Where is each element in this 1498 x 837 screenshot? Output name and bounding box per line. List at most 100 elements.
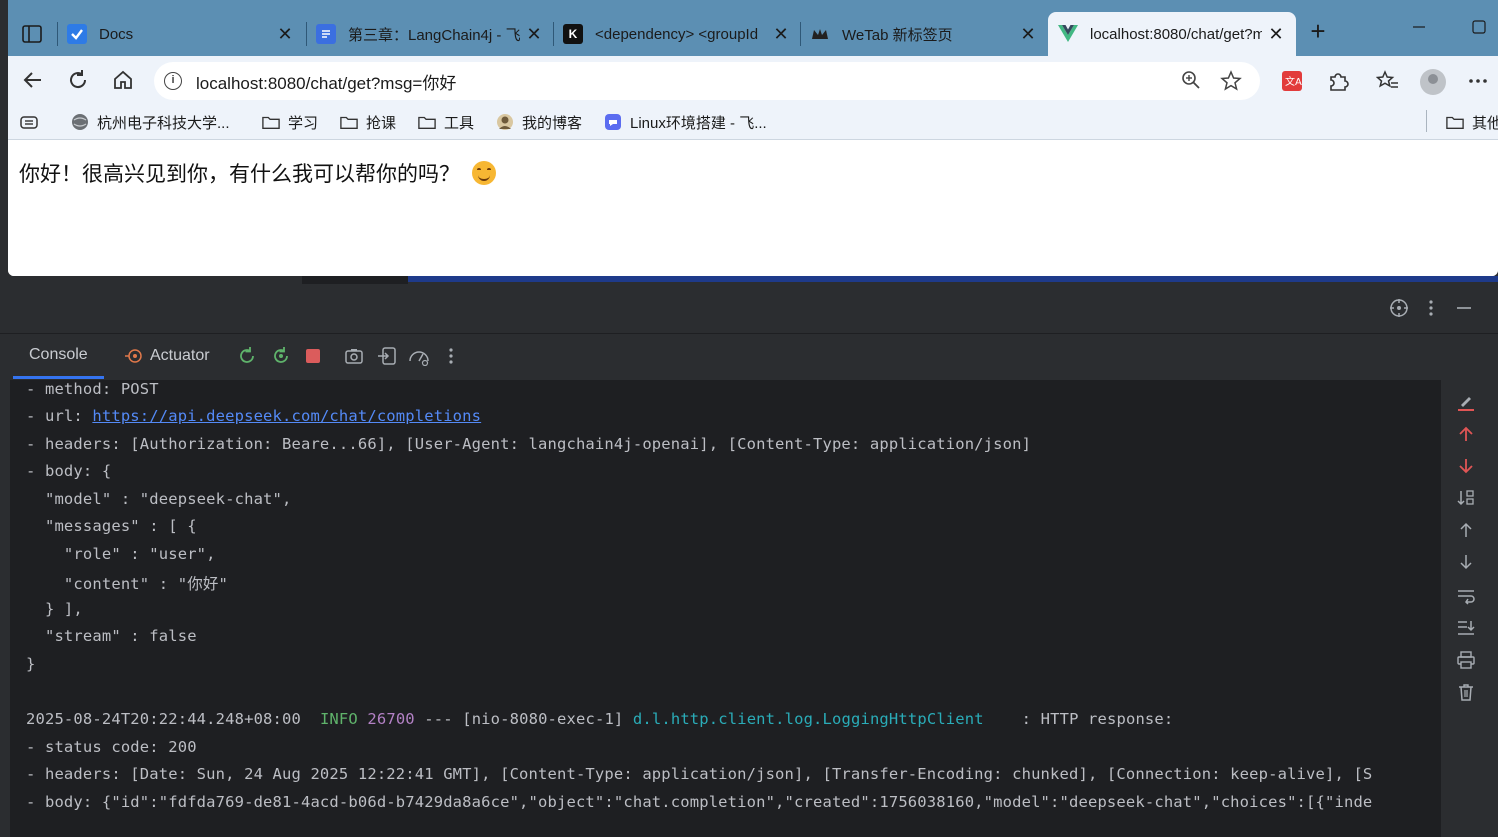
globe-icon [72,114,88,130]
tab-localhost[interactable]: localhost:8080/chat/get?m ✕ [1048,12,1296,56]
previous-occurrence-icon[interactable] [1455,424,1477,446]
soft-wrap-icon[interactable] [1455,586,1477,608]
page-content: 你好！很高兴见到你，有什么我可以帮你的吗？ [8,140,1498,276]
tab-close-icon[interactable]: ✕ [1268,24,1284,45]
api-url-link[interactable]: https://api.deepseek.com/chat/completion… [92,407,481,425]
console-line: - method: POST [26,380,159,398]
bookmark-blog[interactable]: 我的博客 [496,112,582,132]
next-occurrence-icon[interactable] [1455,456,1477,478]
folder-icon [418,116,436,129]
site-info-icon[interactable]: i [164,72,182,90]
print-icon[interactable] [1455,650,1477,672]
tab-title: localhost:8080/chat/get?m [1090,25,1262,43]
k-logo-icon: K [563,24,583,44]
vue-logo-icon [1058,24,1078,44]
trash-icon[interactable] [1455,682,1477,704]
tab-close-icon[interactable]: ✕ [526,24,542,45]
crown-icon [810,24,830,44]
profiler-icon[interactable] [408,346,430,368]
sort-icon[interactable] [1455,488,1477,510]
scroll-up-icon[interactable] [1455,520,1477,542]
zoom-icon[interactable] [1180,70,1202,92]
target-icon[interactable] [1388,298,1410,320]
tab-docs[interactable]: Docs ✕ [57,12,305,56]
refresh-button[interactable] [65,68,91,94]
bookmark-folder-other[interactable]: 其他 [1446,112,1498,132]
bookmark-label: 我的博客 [522,114,583,132]
tab-close-icon[interactable]: ✕ [277,24,293,45]
bookmark-label: 杭州电子科技大学... [97,114,230,132]
screenshot-icon[interactable] [343,346,365,368]
console-line: - status code: 200 [26,738,197,756]
home-button[interactable] [110,68,136,94]
scroll-down-icon[interactable] [1455,552,1477,574]
tab-close-icon[interactable]: ✕ [773,24,789,45]
reading-list-icon [20,116,38,129]
url-text[interactable]: localhost:8080/chat/get?msg=你好 [196,69,1180,94]
tab-title: 第三章：LangChain4j - 飞 [348,26,520,44]
folder-icon [262,116,280,129]
tab-actuator[interactable]: Actuator [124,346,210,366]
bookmark-folder-course[interactable]: 抢课 [340,112,396,132]
more-actions-icon[interactable] [440,346,462,368]
tab-title: <dependency> <groupId [595,25,759,43]
bookmark-folder-study[interactable]: 学习 [262,112,318,132]
maximize-icon[interactable] [1472,20,1486,39]
log-level: INFO [319,710,358,728]
stop-icon[interactable] [302,346,324,368]
new-tab-button[interactable]: + [1306,18,1330,44]
svg-text:文A: 文A [1285,75,1302,88]
scroll-to-end-icon[interactable] [1455,618,1477,640]
console-line: } ], [26,600,83,618]
tab-close-icon[interactable]: ✕ [1020,24,1036,45]
translate-icon[interactable]: 文A [1280,70,1304,94]
log-separator: --- [424,710,453,728]
bookmarks-bar: 杭州电子科技大学... 学习 抢课 工具 我的博客 Linux环境搭建 - 飞.… [8,104,1498,140]
tab-dependency[interactable]: K <dependency> <groupId ✕ [553,12,801,56]
console-line: - headers: [Date: Sun, 24 Aug 2025 12:22… [26,765,1373,783]
run-tabs: Console Actuator [0,334,1498,380]
back-button[interactable] [20,68,46,94]
console-gutter [0,380,10,837]
console-line: - body: { [26,462,112,480]
extensions-icon[interactable] [1326,70,1350,94]
tab-actions-icon[interactable] [20,22,44,46]
tab-wetab[interactable]: WeTab 新标签页 ✕ [800,12,1048,56]
console-line: - url: https://api.deepseek.com/chat/com… [26,407,481,425]
restart-icon[interactable] [270,346,292,368]
favorites-icon[interactable] [1375,70,1400,94]
log-message: : HTTP response: [1021,710,1174,728]
ide-editor-strip [0,276,1498,284]
hide-panel-icon[interactable] [1453,298,1475,320]
console-line: "messages" : [ { [26,517,197,535]
console-output[interactable]: - method: POST - url: https://api.deepse… [10,380,1441,837]
profile-avatar[interactable] [1420,69,1446,95]
minimize-icon[interactable] [1412,20,1426,39]
rerun-icon[interactable] [236,346,258,368]
tab-label: Actuator [150,347,210,364]
log-entry-line: 2025-08-24T20:22:44.248+08:00 INFO 26700… [26,710,1173,728]
log-logger[interactable]: d.l.http.client.log.LoggingHttpClient [633,710,984,728]
favorite-star-icon[interactable] [1220,70,1242,92]
ide-background [0,140,8,280]
console-line: "stream" : false [26,627,197,645]
bookmark-linux-env[interactable]: Linux环境搭建 - 飞... [604,112,767,132]
feishu-icon [605,114,621,130]
bookmark-hdu[interactable]: 杭州电子科技大学... [71,112,230,132]
import-icon[interactable] [376,346,398,368]
folder-icon [340,116,358,129]
folder-icon [1446,116,1464,129]
clear-highlight-icon[interactable] [1455,392,1477,414]
panel-options-icon[interactable] [1420,298,1442,320]
tab-langchain4j[interactable]: 第三章：LangChain4j - 飞 ✕ [306,12,554,56]
bookmark-folder-tools[interactable]: 工具 [418,112,474,132]
document-icon [316,24,336,44]
tab-console[interactable]: Console [13,346,104,379]
address-bar[interactable]: i localhost:8080/chat/get?msg=你好 [154,62,1260,100]
bookmark-reading-list[interactable] [20,112,46,132]
console-line: "model" : "deepseek-chat", [26,490,292,508]
more-menu-icon[interactable] [1466,70,1490,94]
log-thread: [nio-8080-exec-1] [462,710,624,728]
response-text: 你好！很高兴见到你，有什么我可以帮你的吗？ [19,158,496,188]
tab-label: Console [29,346,88,363]
